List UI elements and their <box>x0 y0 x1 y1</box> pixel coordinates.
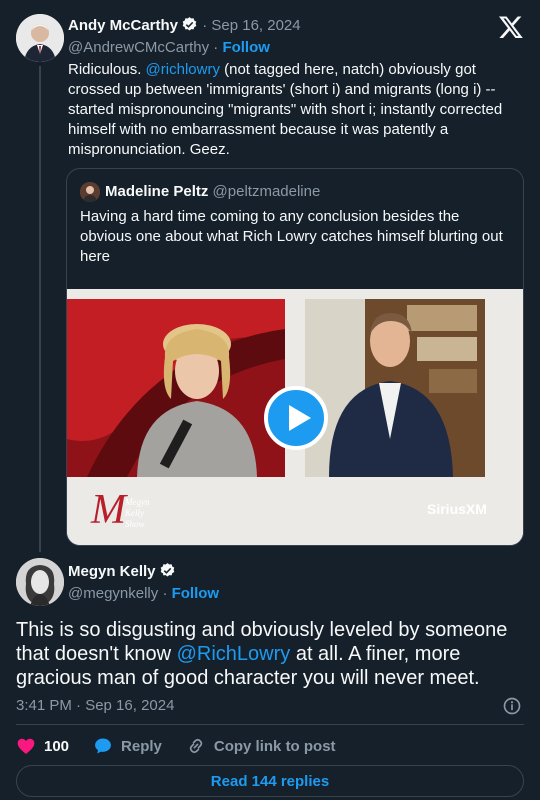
x-logo-icon[interactable] <box>498 14 524 40</box>
main-handle-row: @megynkelly · Follow <box>68 584 219 604</box>
mention-link[interactable]: @richlowry <box>146 61 220 78</box>
parent-handle-row: @AndrewCMcCarthy · Follow <box>68 38 270 58</box>
verified-badge-icon <box>160 563 174 577</box>
verified-badge-icon <box>182 17 197 31</box>
main-handle[interactable]: @megynkelly <box>68 585 158 602</box>
read-replies-button[interactable]: Read 144 replies <box>16 765 524 797</box>
main-tweet-text: This is so disgusting and obviously leve… <box>16 618 528 690</box>
parent-tweet-text: Ridiculous. @richlowry (not tagged here,… <box>68 60 524 160</box>
quoted-tweet-header: Madeline Peltz @peltzmadeline <box>105 182 320 202</box>
quoted-handle[interactable]: @peltzmadeline <box>213 183 321 200</box>
separator-dot: · <box>213 39 219 56</box>
mention-link[interactable]: @RichLowry <box>177 643 291 665</box>
play-icon[interactable] <box>264 386 328 450</box>
parent-handle[interactable]: @AndrewCMcCarthy <box>68 39 209 56</box>
main-author-name[interactable]: Megyn Kelly <box>68 563 156 580</box>
action-bar: 100 Reply Copy link to post <box>16 734 360 758</box>
follow-button[interactable]: Follow <box>172 585 220 602</box>
divider <box>16 724 524 725</box>
tweet-timestamp[interactable]: 3:41 PM · Sep 16, 2024 <box>16 696 174 716</box>
quoted-author-name[interactable]: Madeline Peltz <box>105 183 208 200</box>
copy-link-label: Copy link to post <box>213 737 336 755</box>
follow-button[interactable]: Follow <box>222 39 270 56</box>
copy-link-button[interactable]: Copy link to post <box>186 736 336 756</box>
siriusxm-logo: SiriusXM <box>427 501 487 517</box>
megyn-kelly-show-logo: Megyn <box>124 497 150 507</box>
video-thumbnail[interactable]: M Megyn Kelly Show SiriusXM <box>67 289 523 545</box>
andy-mccarthy-avatar[interactable] <box>16 14 64 62</box>
main-tweet-header: Megyn Kelly <box>68 562 176 582</box>
megyn-kelly-show-logo: Kelly <box>124 508 144 518</box>
like-button[interactable]: 100 <box>16 736 69 756</box>
madeline-peltz-avatar[interactable] <box>80 182 100 202</box>
thread-line <box>39 66 41 552</box>
heart-icon <box>17 738 35 754</box>
separator-dot: · <box>162 585 168 602</box>
megyn-kelly-show-logo: M <box>90 487 128 533</box>
link-icon <box>189 738 203 754</box>
quoted-tweet-card[interactable]: Madeline Peltz @peltzmadeline Having a h… <box>66 168 524 546</box>
reply-label: Reply <box>121 737 162 755</box>
separator-dot: · <box>202 17 208 34</box>
quoted-tweet-text: Having a hard time coming to any conclus… <box>80 208 503 265</box>
megyn-kelly-avatar[interactable] <box>16 558 64 606</box>
like-count: 100 <box>44 737 70 755</box>
parent-tweet-header: Andy McCarthy · Sep 16, 2024 <box>68 16 301 36</box>
parent-author-name[interactable]: Andy McCarthy <box>68 17 178 34</box>
parent-text-part: Ridiculous. <box>68 61 146 78</box>
megyn-kelly-show-logo: Show <box>125 519 145 529</box>
info-icon[interactable] <box>502 696 522 716</box>
reply-button[interactable]: Reply <box>93 736 162 756</box>
reply-icon <box>95 738 111 754</box>
parent-date[interactable]: Sep 16, 2024 <box>211 17 300 34</box>
